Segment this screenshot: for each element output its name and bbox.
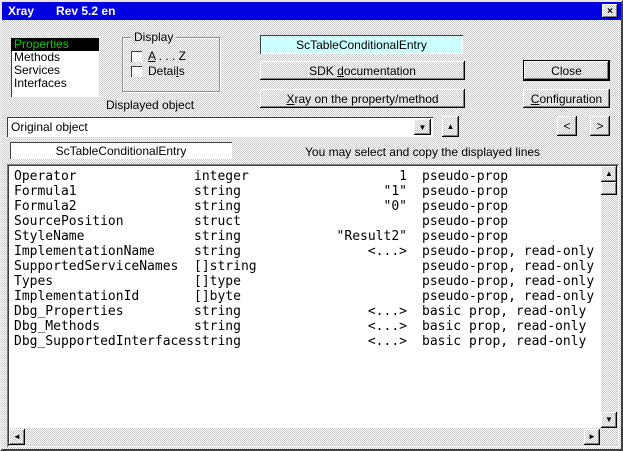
close-button-label: Close: [551, 63, 582, 78]
scrollbar-corner: [600, 428, 617, 445]
display-groupbox: Display A . . . Z Details: [122, 30, 220, 92]
object-name-field[interactable]: ScTableConditionalEntry: [260, 35, 463, 54]
displayed-object-label: Displayed object: [106, 98, 195, 112]
scroll-right-icon[interactable]: ►: [584, 429, 600, 445]
table-row[interactable]: Operator integer 1 pseudo-prop: [9, 169, 601, 184]
combobox-value: Original object: [11, 120, 88, 134]
table-row[interactable]: SourcePosition struct pseudo-prop: [9, 214, 601, 229]
xray-property-method-label: Xray on the property/method: [286, 91, 439, 106]
table-row[interactable]: Dbg_SupportedInterfaces string <...> basic …: [9, 334, 601, 349]
az-checkbox-row[interactable]: A . . . Z: [131, 49, 186, 63]
table-row[interactable]: Formula1 string "1" pseudo-prop: [9, 184, 601, 199]
table-row[interactable]: Formula2 string "0" pseudo-prop: [9, 199, 601, 214]
details-checkbox-row[interactable]: Details: [131, 64, 185, 78]
table-row[interactable]: ImplementationName string <...> pseudo-prop…: [9, 244, 601, 259]
close-button[interactable]: Close: [523, 60, 610, 81]
xray-window: Xray Rev 5.2 en × Properties Methods Ser…: [0, 0, 623, 451]
vertical-scrollbar[interactable]: ▲ ▼: [601, 166, 617, 428]
scroll-left-icon[interactable]: ◄: [9, 429, 25, 445]
details-checkbox-label: Details: [148, 64, 185, 78]
next-button[interactable]: >: [590, 116, 610, 136]
table-row[interactable]: Dbg_Properties string <...> basic prop, rea…: [9, 304, 601, 319]
display-group-title: Display: [131, 30, 177, 44]
scroll-down-icon[interactable]: ▼: [601, 412, 617, 428]
category-listbox[interactable]: Properties Methods Services Interfaces: [11, 38, 99, 97]
vertical-scrollbar-thumb[interactable]: [601, 182, 617, 195]
horizontal-scrollbar[interactable]: ◄ ►: [9, 429, 600, 445]
configuration-label: Configuration: [530, 91, 603, 106]
table-row[interactable]: SupportedServiceNames []string pseudo-prop…: [9, 259, 601, 274]
chevron-down-icon[interactable]: ▼: [414, 119, 431, 135]
object-name-copy-field[interactable]: ScTableConditionalEntry: [10, 142, 232, 159]
details-checkbox[interactable]: [131, 65, 142, 77]
up-arrow-icon: ▲: [446, 121, 455, 131]
property-list-area: Operator integer 1 pseudo-prop Formula1 stri…: [7, 164, 619, 447]
az-checkbox[interactable]: [131, 50, 142, 62]
table-row[interactable]: Dbg_Methods string <...> basic prop, read-o…: [9, 319, 601, 334]
table-row[interactable]: Types []type pseudo-prop, read-only: [9, 274, 601, 289]
prev-button[interactable]: <: [557, 116, 577, 136]
displayed-object-combobox[interactable]: Original object ▼: [7, 117, 433, 137]
configuration-button[interactable]: Configuration: [523, 89, 610, 108]
hint-text: You may select and copy the displayed li…: [305, 145, 541, 159]
window-title: Xray: [8, 4, 35, 18]
history-up-button[interactable]: ▲: [442, 116, 459, 137]
property-list[interactable]: Operator integer 1 pseudo-prop Formula1 stri…: [9, 166, 601, 428]
scroll-up-icon[interactable]: ▲: [601, 166, 617, 182]
title-bar: Xray Rev 5.2 en: [2, 2, 621, 20]
close-icon[interactable]: ×: [602, 4, 618, 18]
window-revision: Rev 5.2 en: [56, 4, 116, 18]
category-item-interfaces[interactable]: Interfaces: [11, 77, 99, 90]
table-row[interactable]: StyleName string "Result2" pseudo-prop: [9, 229, 601, 244]
table-row[interactable]: ImplementationId []byte pseudo-prop, read-…: [9, 289, 601, 304]
az-checkbox-label: A . . . Z: [148, 49, 187, 63]
xray-property-method-button[interactable]: Xray on the property/method: [260, 89, 465, 108]
sdk-documentation-button[interactable]: SDK documentation: [260, 61, 465, 80]
sdk-documentation-label: SDK documentation: [309, 63, 416, 78]
